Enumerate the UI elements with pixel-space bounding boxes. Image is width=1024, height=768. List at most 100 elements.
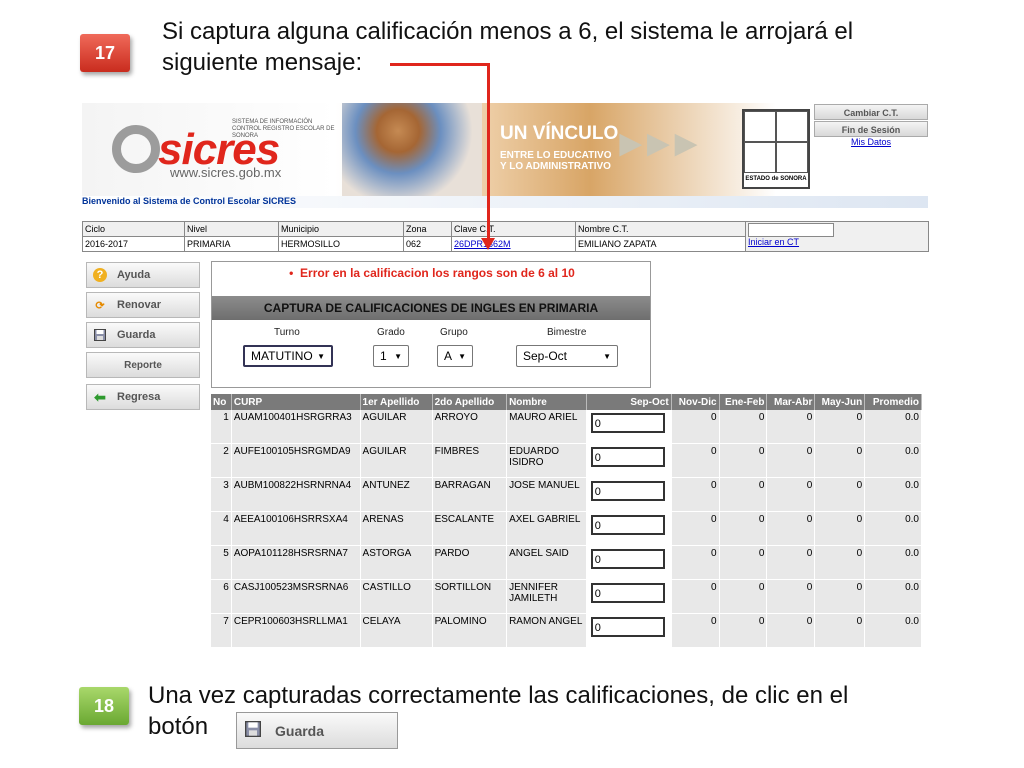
mis-datos-link[interactable]: Mis Datos [814, 137, 928, 147]
table-row: 7 CEPR100603HSRLLMA1 CELAYA PALOMINO RAMON A… [211, 613, 922, 648]
chevron-down-icon: ▼ [603, 351, 611, 361]
help-icon: ? [93, 268, 107, 282]
row-curp: AOPA101128HSRSRNA7 [231, 545, 361, 580]
row-nov-dic: 0 [671, 511, 720, 546]
row-ene-feb: 0 [719, 443, 768, 478]
row-apellido1: CASTILLO [360, 579, 433, 614]
iniciar-cell: Iniciar en CT [745, 221, 929, 252]
row-number: 5 [211, 545, 232, 580]
ayuda-label: Ayuda [117, 269, 151, 281]
row-number: 7 [211, 613, 232, 648]
sonora-crest-icon: ESTADO de SONORA [742, 109, 810, 189]
info-header-clave: Clave C.T. [451, 221, 576, 237]
grade-input[interactable]: 0 [590, 413, 665, 433]
row-may-jun: 0 [814, 410, 866, 444]
bimestre-select[interactable]: Sep-Oct ▼ [516, 345, 618, 367]
table-row: 5 AOPA101128HSRSRNA7 ASTORGA PARDO ANGEL SAI… [211, 545, 922, 580]
row-promedio: 0.0 [864, 477, 922, 512]
table-row: 4 AEEA100106HSRRSXA4 ARENAS ESCALANTE AXEL G… [211, 511, 922, 546]
cambiar-ct-button[interactable]: Cambiar C.T. [814, 104, 928, 120]
row-apellido2: ESCALANTE [432, 511, 508, 546]
renovar-button[interactable]: ⟳ Renovar [86, 292, 200, 318]
row-promedio: 0.0 [864, 613, 922, 648]
grupo-select[interactable]: A ▼ [437, 345, 473, 367]
grades-table: No CURP 1er Apellido 2do Apellido Nombre… [211, 394, 922, 648]
instruction-17-line1: Si captura alguna calificación menos a 6… [162, 18, 854, 45]
fin-sesion-button[interactable]: Fin de Sesión [814, 121, 928, 137]
row-sep-oct: 0 [586, 410, 672, 444]
capture-panel: • Error en la calificacion los rangos so… [211, 261, 651, 388]
row-apellido2: FIMBRES [432, 443, 508, 478]
row-promedio: 0.0 [864, 579, 922, 614]
reporte-button[interactable]: Reporte [86, 352, 200, 378]
row-apellido2: SORTILLON [432, 579, 508, 614]
row-curp: AUAM100401HSRGRRA3 [231, 410, 361, 444]
instruction-17-line2: siguiente mensaje: [162, 49, 363, 76]
info-municipio: HERMOSILLO [278, 236, 404, 252]
annotation-arrow-horizontal [390, 63, 490, 66]
info-nivel: PRIMARIA [184, 236, 279, 252]
col-no: No [211, 394, 232, 410]
info-header-nivel: Nivel [184, 221, 279, 237]
grade-input[interactable]: 0 [590, 617, 665, 637]
col-apellido1: 1er Apellido [360, 394, 433, 410]
row-mar-abr: 0 [766, 443, 816, 478]
info-nombre: EMILIANO ZAPATA [575, 236, 746, 252]
regresa-label: Regresa [117, 391, 161, 403]
grade-input[interactable]: 0 [590, 515, 665, 535]
regresa-button[interactable]: ⬅ Regresa [86, 384, 200, 410]
guarda-button[interactable]: Guarda [86, 322, 200, 348]
panel-title: CAPTURA DE CALIFICACIONES DE INGLES EN P… [212, 296, 650, 320]
row-number: 3 [211, 477, 232, 512]
error-text: Error en la calificacion los rangos son … [300, 266, 575, 280]
ayuda-button[interactable]: ? Ayuda [86, 262, 200, 288]
turno-select[interactable]: MATUTINO ▼ [243, 345, 333, 367]
grade-input[interactable]: 0 [590, 481, 665, 501]
col-promedio: Promedio [864, 394, 922, 410]
banner-slogan-sub1: ENTRE LO EDUCATIVO [500, 150, 612, 161]
row-mar-abr: 0 [766, 477, 816, 512]
row-may-jun: 0 [814, 511, 866, 546]
guarda-label: Guarda [117, 329, 156, 341]
row-sep-oct: 0 [586, 443, 672, 478]
row-nombre: AXEL GABRIEL [506, 511, 587, 546]
grade-input[interactable]: 0 [590, 549, 665, 569]
sicres-logo-ring-icon [112, 125, 160, 173]
bimestre-label: Bimestre [547, 327, 587, 338]
row-apellido1: AGUILAR [360, 410, 433, 444]
row-nov-dic: 0 [671, 545, 720, 580]
info-header-zona: Zona [403, 221, 452, 237]
grupo-value: A [444, 349, 453, 363]
row-nov-dic: 0 [671, 579, 720, 614]
info-header-ciclo: Ciclo [82, 221, 185, 237]
grade-input[interactable]: 0 [590, 447, 665, 467]
banner-slogan: UN VÍNCULO [500, 123, 619, 144]
row-sep-oct: 0 [586, 613, 672, 648]
grado-select[interactable]: 1 ▼ [373, 345, 409, 367]
info-header-municipio: Municipio [278, 221, 404, 237]
row-nombre: EDUARDO ISIDRO [506, 443, 587, 478]
row-nov-dic: 0 [671, 477, 720, 512]
error-message: • Error en la calificacion los rangos so… [289, 266, 575, 280]
row-apellido1: ASTORGA [360, 545, 433, 580]
row-nombre: JENNIFER JAMILETH [506, 579, 587, 614]
iniciar-ct-input[interactable] [748, 223, 834, 237]
banner-slogan-sub: ENTRE LO EDUCATIVO Y LO ADMINISTRATIVO [500, 150, 611, 172]
grado-value: 1 [380, 349, 387, 363]
iniciar-ct-link[interactable]: Iniciar en CT [748, 237, 799, 247]
col-nombre: Nombre [506, 394, 587, 410]
annotation-arrow-vertical [487, 63, 490, 243]
row-ene-feb: 0 [719, 511, 768, 546]
row-apellido1: AGUILAR [360, 443, 433, 478]
row-apellido2: PARDO [432, 545, 508, 580]
row-may-jun: 0 [814, 545, 866, 580]
guarda-illustration-label: Guarda [275, 722, 325, 739]
table-row: 1 AUAM100401HSRGRRA3 AGUILAR ARROYO MAURO AR… [211, 410, 922, 444]
row-sep-oct: 0 [586, 545, 672, 580]
grade-input[interactable]: 0 [590, 583, 665, 603]
row-number: 2 [211, 443, 232, 478]
turno-label: Turno [274, 327, 300, 338]
floppy-disk-icon [245, 721, 261, 740]
banner-slogan-sub2: Y LO ADMINISTRATIVO [500, 161, 611, 172]
guarda-button-illustration: Guarda [236, 712, 398, 749]
